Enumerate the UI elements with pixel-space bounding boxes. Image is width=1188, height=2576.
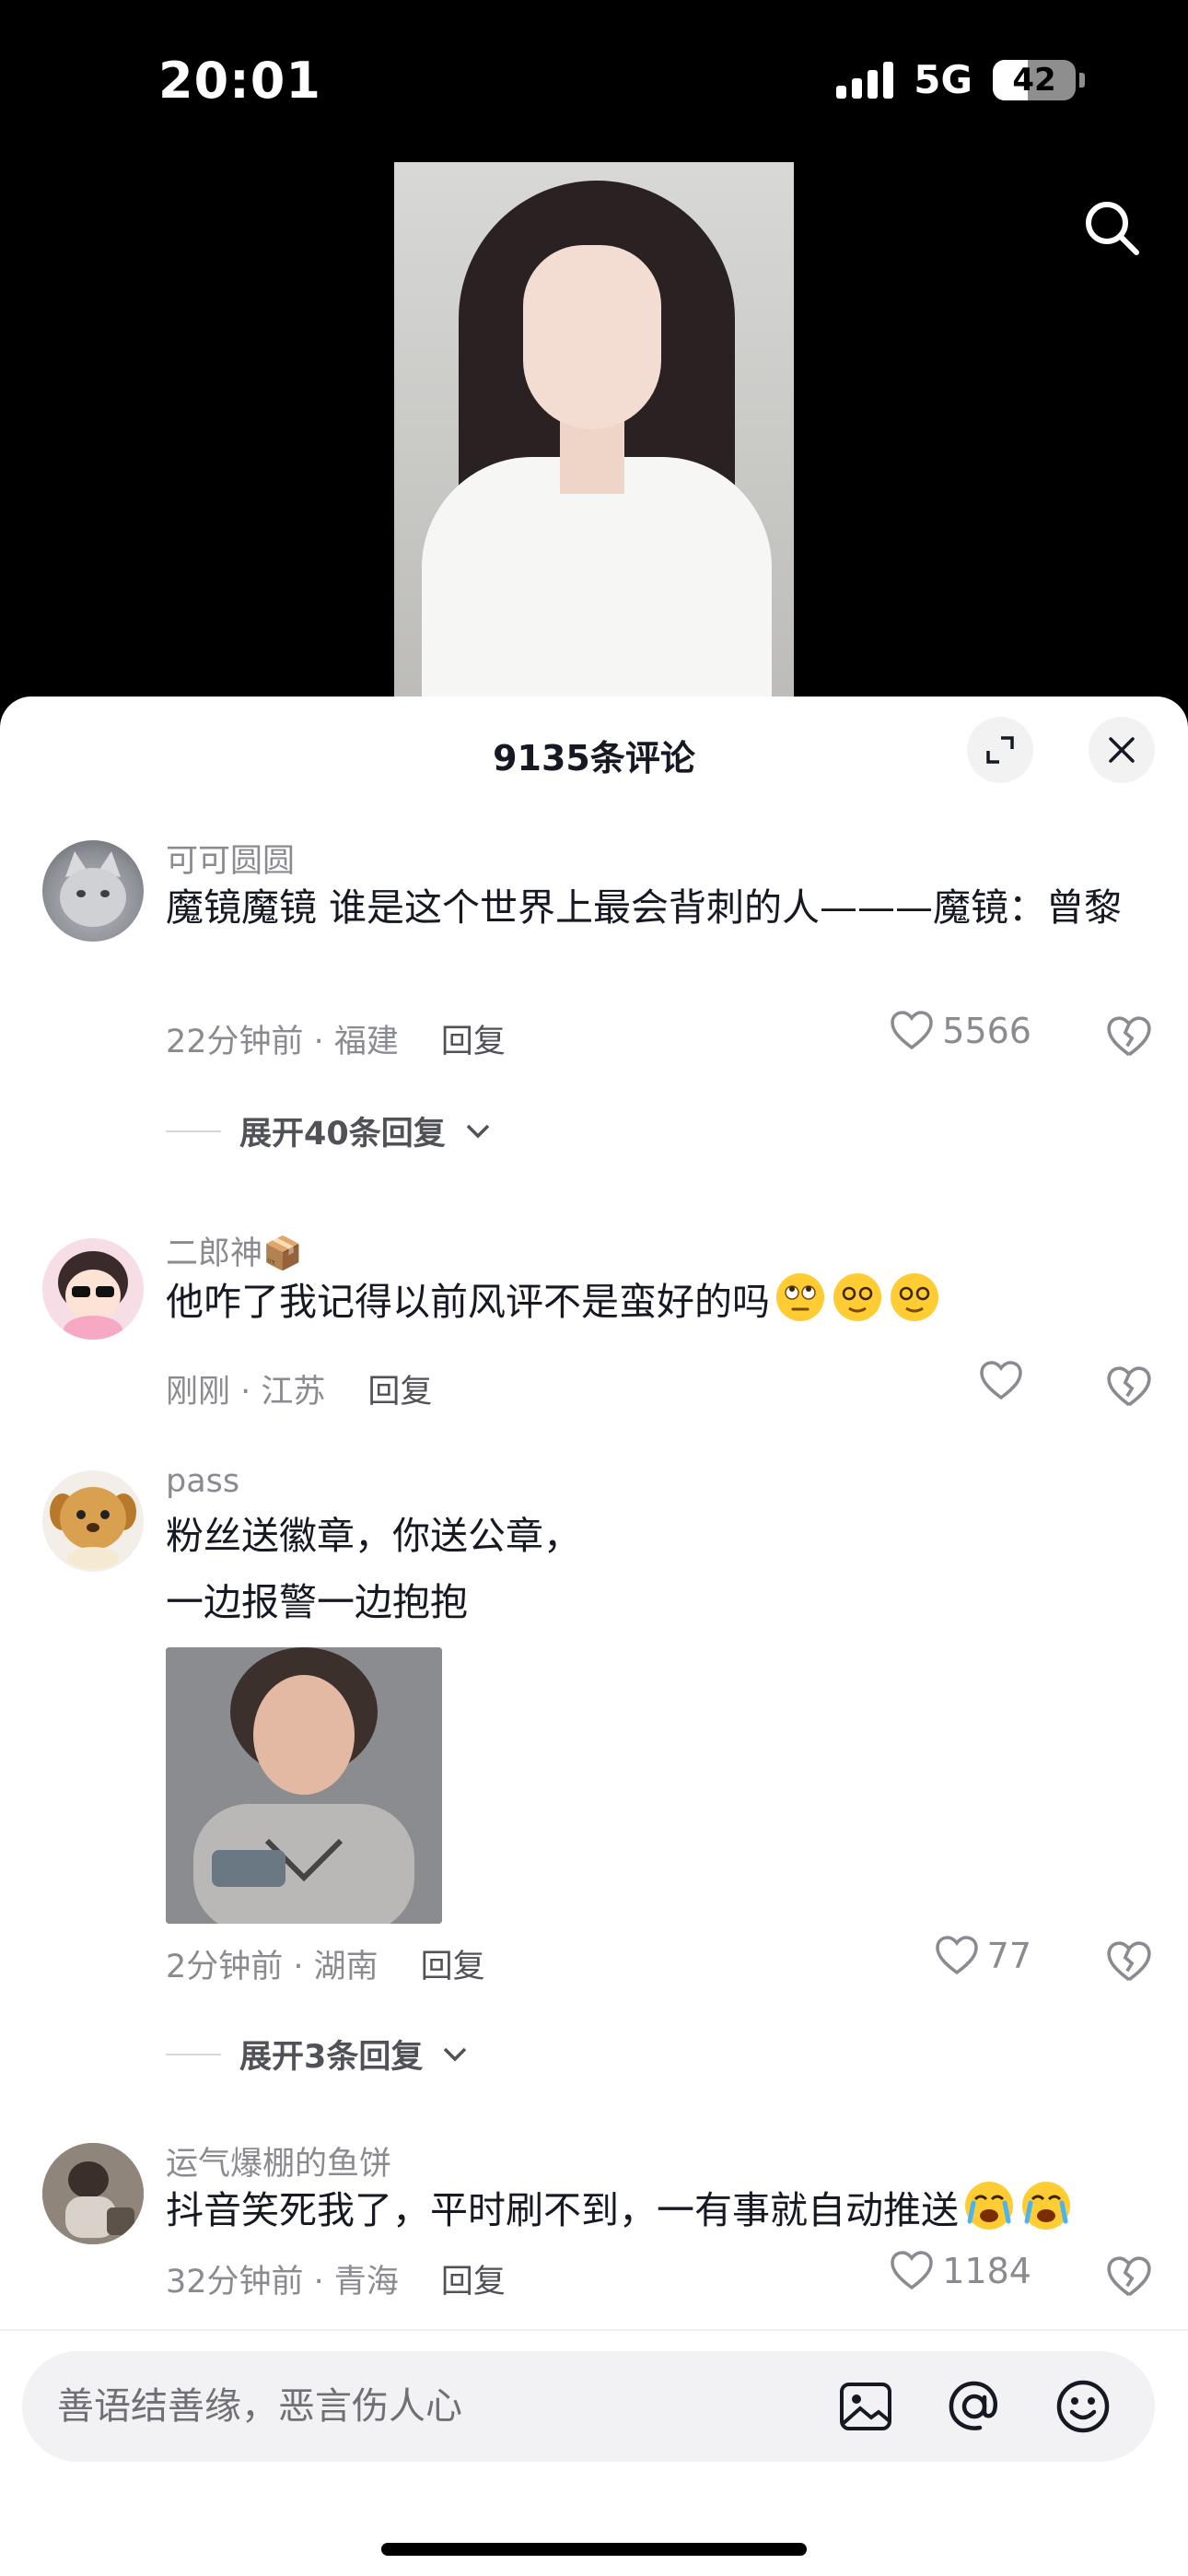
divider	[166, 2053, 221, 2055]
heart-icon	[935, 1936, 978, 1975]
like-button[interactable]: 5566	[889, 1008, 1031, 1054]
puppy-avatar-icon	[50, 1487, 136, 1569]
battery-level: 42	[1012, 61, 1056, 99]
reply-button[interactable]: 回复	[367, 1374, 432, 1411]
expand-button[interactable]	[967, 717, 1033, 783]
status-time: 20:01	[158, 52, 321, 110]
heart-icon	[980, 1361, 1022, 1400]
comment-meta: 刚刚 · 江苏 回复	[166, 1365, 432, 1412]
comment-text: 抖音笑死我了，平时刷不到，一有事就自动推送	[166, 2176, 1142, 2244]
reply-button[interactable]: 回复	[421, 1949, 485, 1985]
avatar[interactable]	[42, 1470, 144, 1572]
comment-meta: 2分钟前 · 湖南 回复	[166, 1940, 485, 1987]
crying-face-emoji	[1022, 2182, 1070, 2230]
like-count: 1184	[942, 2251, 1031, 2291]
battery-icon: 42	[993, 59, 1076, 100]
broken-heart-icon[interactable]	[1105, 1938, 1153, 1986]
cartoon-girl-avatar-icon	[58, 1251, 128, 1340]
signal-icon	[836, 61, 894, 99]
like-button[interactable]: 1184	[889, 2248, 1031, 2294]
photo-avatar-icon	[42, 2143, 144, 2244]
expand-icon	[986, 736, 1014, 764]
image-icon[interactable]	[836, 2377, 895, 2436]
avatar[interactable]	[42, 840, 144, 942]
cat-avatar-icon	[60, 851, 126, 927]
time-location: 22分钟前 · 福建	[166, 1024, 399, 1060]
battery-tip	[1079, 72, 1085, 88]
reply-button[interactable]: 回复	[441, 1024, 506, 1060]
username[interactable]: pass	[166, 1463, 239, 1500]
comment-photo-icon	[166, 1647, 442, 1924]
video-player[interactable]	[394, 162, 794, 697]
comment-input-bar	[22, 2351, 1155, 2462]
video-subject-face	[523, 245, 661, 429]
broken-heart-icon[interactable]	[1105, 1364, 1153, 1411]
avatar[interactable]	[42, 2143, 144, 2244]
home-indicator[interactable]	[381, 2543, 807, 2556]
search-icon[interactable]	[1079, 195, 1144, 260]
comment-meta: 22分钟前 · 福建 回复	[166, 1015, 506, 1062]
smile-icon[interactable]	[1054, 2377, 1112, 2436]
network-label: 5G	[914, 57, 973, 102]
comment-text-body: 抖音笑死我了，平时刷不到，一有事就自动推送	[166, 2188, 959, 2232]
comment-image[interactable]	[166, 1647, 442, 1924]
rolling-eyes-emoji	[776, 1273, 824, 1321]
crying-face-emoji	[965, 2182, 1013, 2230]
comment-meta: 32分钟前 · 青海 回复	[166, 2255, 506, 2302]
expand-replies-button[interactable]: 展开40条回复	[166, 1107, 492, 1154]
comment-input[interactable]	[57, 2351, 812, 2462]
chevron-down-icon	[466, 1124, 489, 1138]
time-location: 32分钟前 · 青海	[166, 2264, 399, 2301]
divider	[166, 1130, 221, 1132]
dizzy-face-emoji	[891, 1273, 938, 1321]
comment-text-line-2: 一边报警一边抱抱	[166, 1580, 468, 1624]
expand-replies-label: 展开3条回复	[239, 2039, 424, 2076]
close-button[interactable]	[1089, 717, 1155, 783]
reply-button[interactable]: 回复	[441, 2264, 506, 2301]
chevron-down-icon	[444, 2047, 467, 2061]
expand-replies-label: 展开40条回复	[239, 1116, 446, 1153]
comment-sheet: 9135条评论 可可圆圆 魔镜魔镜 谁是这个世界上最会背刺的人———魔镜：曾黎 …	[0, 697, 1188, 2576]
broken-heart-icon[interactable]	[1105, 1013, 1153, 1061]
heart-icon	[891, 1011, 934, 1050]
broken-heart-icon[interactable]	[1105, 2254, 1153, 2301]
input-divider	[0, 2329, 1188, 2331]
dizzy-face-emoji	[833, 1273, 881, 1321]
like-count: 77	[986, 1936, 1031, 1976]
heart-icon	[891, 2251, 934, 2290]
like-count: 5566	[942, 1011, 1031, 1051]
avatar[interactable]	[42, 1238, 144, 1340]
like-button[interactable]: 77	[934, 1933, 1031, 1979]
close-icon	[1109, 737, 1135, 763]
comment-text-line-1: 粉丝送徽章，你送公章，	[166, 1514, 581, 1558]
expand-replies-button[interactable]: 展开3条回复	[166, 2031, 469, 2078]
like-button[interactable]	[978, 1358, 1031, 1404]
comment-text: 他咋了我记得以前风评不是蛮好的吗	[166, 1268, 1142, 1336]
at-icon[interactable]	[945, 2377, 1004, 2436]
status-indicators: 5G 42	[836, 57, 1085, 102]
comment-text-body: 他咋了我记得以前风评不是蛮好的吗	[166, 1280, 770, 1324]
time-location: 2分钟前 · 湖南	[166, 1949, 379, 1985]
time-location: 刚刚 · 江苏	[166, 1374, 326, 1411]
comment-text: 魔镜魔镜 谁是这个世界上最会背刺的人———魔镜：曾黎	[166, 885, 1123, 930]
